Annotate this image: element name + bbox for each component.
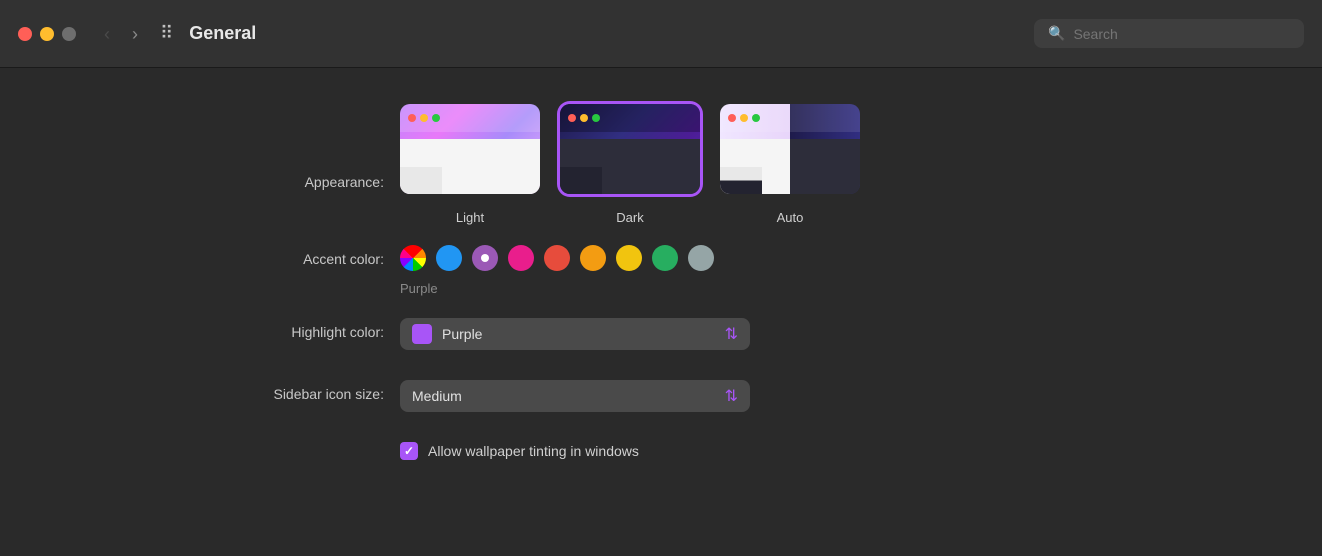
search-box: 🔍 bbox=[1034, 19, 1304, 48]
nav-buttons: ‹ › bbox=[96, 21, 146, 47]
appearance-labels: Light Dark Auto bbox=[400, 210, 860, 225]
thumb-light-sidebar bbox=[400, 167, 442, 194]
mini-yellow-auto bbox=[740, 114, 748, 122]
appearance-option-auto[interactable] bbox=[720, 104, 860, 202]
appearance-thumbs bbox=[400, 104, 860, 202]
mini-yellow-dark bbox=[580, 114, 588, 122]
appearance-label-light: Light bbox=[400, 210, 540, 225]
accent-swatch-graphite[interactable] bbox=[688, 245, 714, 271]
accent-selected-name: Purple bbox=[400, 281, 714, 296]
page-title: General bbox=[189, 23, 256, 44]
checkmark-icon: ✓ bbox=[404, 444, 414, 458]
thumb-light-inner bbox=[400, 139, 540, 194]
close-button[interactable] bbox=[18, 27, 32, 41]
highlight-color-swatch bbox=[412, 324, 432, 344]
minimize-button[interactable] bbox=[40, 27, 54, 41]
accent-swatches bbox=[400, 245, 714, 271]
appearance-option-light[interactable] bbox=[400, 104, 540, 202]
accent-colors-col: Purple bbox=[400, 245, 714, 296]
mini-red-light bbox=[408, 114, 416, 122]
mini-yellow-light bbox=[420, 114, 428, 122]
accent-color-row: Accent color: bbox=[200, 245, 714, 296]
main-content: Appearance: bbox=[0, 68, 1322, 504]
thumb-topbar-auto bbox=[720, 104, 860, 132]
appearance-col: Light Dark Auto bbox=[400, 104, 860, 225]
mini-green-auto bbox=[752, 114, 760, 122]
appearance-option-dark[interactable] bbox=[560, 104, 700, 202]
search-input[interactable] bbox=[1073, 26, 1290, 42]
mini-green-light bbox=[432, 114, 440, 122]
thumb-auto-sidebar bbox=[720, 167, 762, 194]
highlight-color-label: Highlight color: bbox=[200, 318, 400, 340]
mini-red-dark bbox=[568, 114, 576, 122]
appearance-thumbnail-light bbox=[400, 104, 540, 194]
wallpaper-tinting-label: Allow wallpaper tinting in windows bbox=[428, 443, 639, 459]
accent-swatch-purple[interactable] bbox=[472, 245, 498, 271]
sidebar-icon-size-value: Medium bbox=[412, 388, 725, 404]
titlebar: ‹ › ⠿ General 🔍 bbox=[0, 0, 1322, 68]
highlight-color-value: Purple bbox=[442, 326, 725, 342]
wallpaper-tinting-checkbox[interactable]: ✓ bbox=[400, 442, 418, 460]
accent-swatch-blue[interactable] bbox=[436, 245, 462, 271]
mini-red-auto bbox=[728, 114, 736, 122]
thumb-dark-inner bbox=[560, 139, 700, 194]
accent-color-label: Accent color: bbox=[200, 245, 400, 267]
zoom-button[interactable] bbox=[62, 27, 76, 41]
highlight-color-dropdown[interactable]: Purple ⇅ bbox=[400, 318, 750, 350]
thumb-topbar-light bbox=[400, 104, 540, 132]
sidebar-dropdown-arrows-icon: ⇅ bbox=[725, 386, 738, 406]
wallpaper-tinting-row: ✓ Allow wallpaper tinting in windows bbox=[400, 442, 639, 482]
appearance-row: Appearance: bbox=[200, 104, 860, 225]
forward-button[interactable]: › bbox=[124, 21, 146, 47]
grid-icon[interactable]: ⠿ bbox=[160, 23, 175, 44]
sidebar-icon-size-label: Sidebar icon size: bbox=[200, 380, 400, 402]
accent-swatch-pink[interactable] bbox=[508, 245, 534, 271]
mini-green-dark bbox=[592, 114, 600, 122]
wallpaper-tinting-checkbox-row: ✓ Allow wallpaper tinting in windows bbox=[400, 442, 639, 460]
appearance-label-dark: Dark bbox=[560, 210, 700, 225]
back-button[interactable]: ‹ bbox=[96, 21, 118, 47]
appearance-thumbnail-auto bbox=[720, 104, 860, 194]
sidebar-icon-size-dropdown[interactable]: Medium ⇅ bbox=[400, 380, 750, 412]
window-controls bbox=[18, 27, 76, 41]
sidebar-icon-size-row: Sidebar icon size: Medium ⇅ bbox=[200, 380, 750, 420]
search-icon: 🔍 bbox=[1048, 25, 1065, 42]
highlight-color-row: Highlight color: Purple ⇅ bbox=[200, 318, 750, 358]
thumb-dark-sidebar bbox=[560, 167, 602, 194]
accent-swatch-multicolor[interactable] bbox=[400, 245, 426, 271]
dropdown-arrows-icon: ⇅ bbox=[725, 324, 738, 344]
thumb-topbar-dark bbox=[560, 104, 700, 132]
appearance-thumbnail-dark bbox=[560, 104, 700, 194]
accent-swatch-green[interactable] bbox=[652, 245, 678, 271]
accent-swatch-orange[interactable] bbox=[580, 245, 606, 271]
thumb-auto-inner bbox=[720, 139, 860, 194]
accent-swatch-red[interactable] bbox=[544, 245, 570, 271]
appearance-label-auto: Auto bbox=[720, 210, 860, 225]
accent-swatch-yellow[interactable] bbox=[616, 245, 642, 271]
appearance-label: Appearance: bbox=[200, 104, 400, 190]
